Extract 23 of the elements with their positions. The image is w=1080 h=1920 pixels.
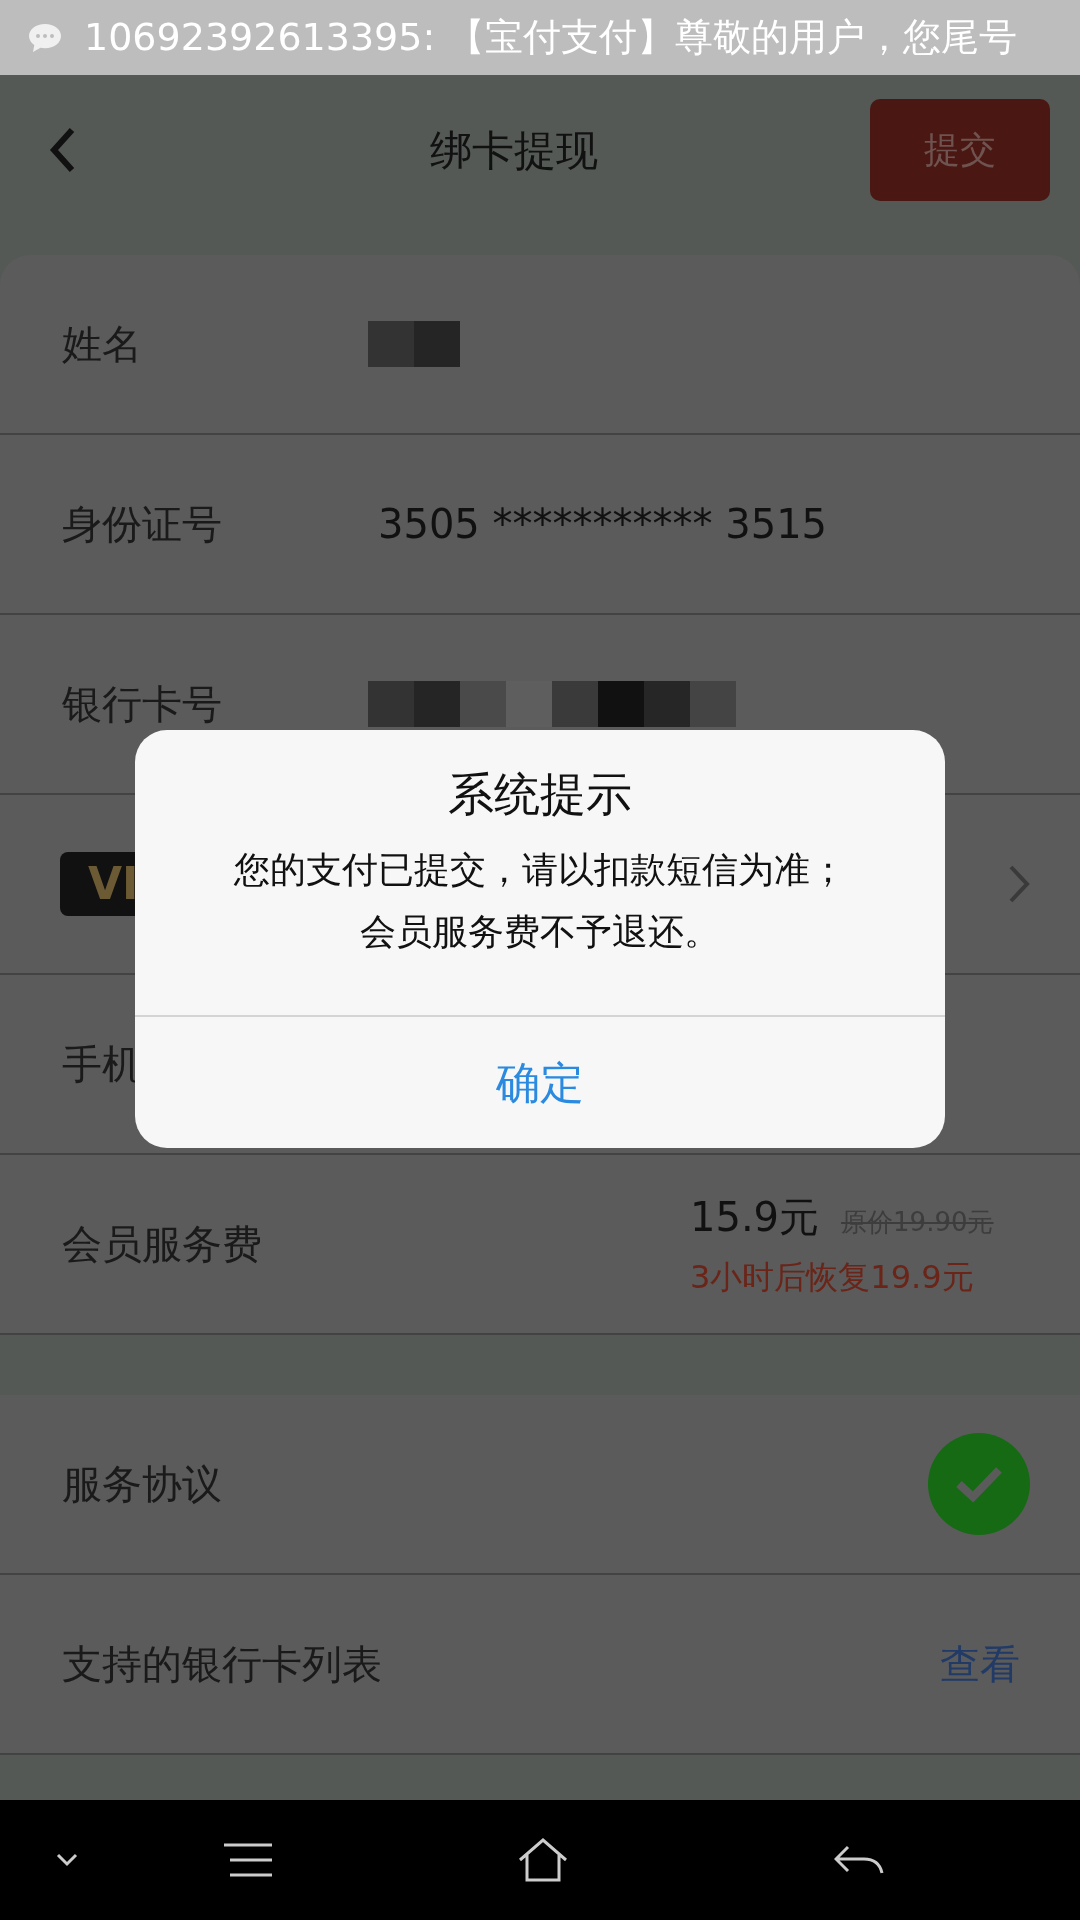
confirm-button[interactable]: 确定 — [135, 1015, 945, 1148]
dialog-title: 系统提示 — [448, 766, 632, 823]
view-link[interactable]: 查看 — [940, 1634, 1020, 1694]
notification-bar[interactable]: 10692392613395: 【宝付支付】尊敬的用户，您尾号 — [0, 0, 1080, 75]
home-icon[interactable] — [518, 1838, 568, 1882]
field-label: 会员服务费 — [62, 1220, 262, 1269]
field-label: 姓名 — [62, 320, 143, 369]
option-label: 服务协议 — [62, 1460, 222, 1509]
price-text: 15.9元 — [690, 1193, 820, 1242]
field-label: 银行卡号 — [62, 680, 223, 729]
dialog-message: 您的支付已提交，请以扣款短信为准； — [234, 848, 846, 892]
page-title: 绑卡提现 — [430, 124, 598, 177]
dialog-message: 会员服务费不予退还。 — [360, 910, 720, 954]
collapse-icon[interactable] — [56, 1853, 78, 1867]
notification-text: 10692392613395: 【宝付支付】尊敬的用户，您尾号 — [84, 14, 1018, 61]
submit-button[interactable]: 提交 — [870, 99, 1050, 201]
price-note: 3小时后恢复19.9元 — [690, 1257, 975, 1298]
menu-icon[interactable] — [224, 1843, 272, 1877]
back-icon[interactable] — [834, 1845, 884, 1875]
field-label: 身份证号 — [62, 500, 223, 549]
chat-bubble-icon — [28, 22, 62, 53]
option-label: 支持的银行卡列表 — [62, 1640, 382, 1689]
id-number: 3505 *********** 3515 — [378, 500, 828, 549]
